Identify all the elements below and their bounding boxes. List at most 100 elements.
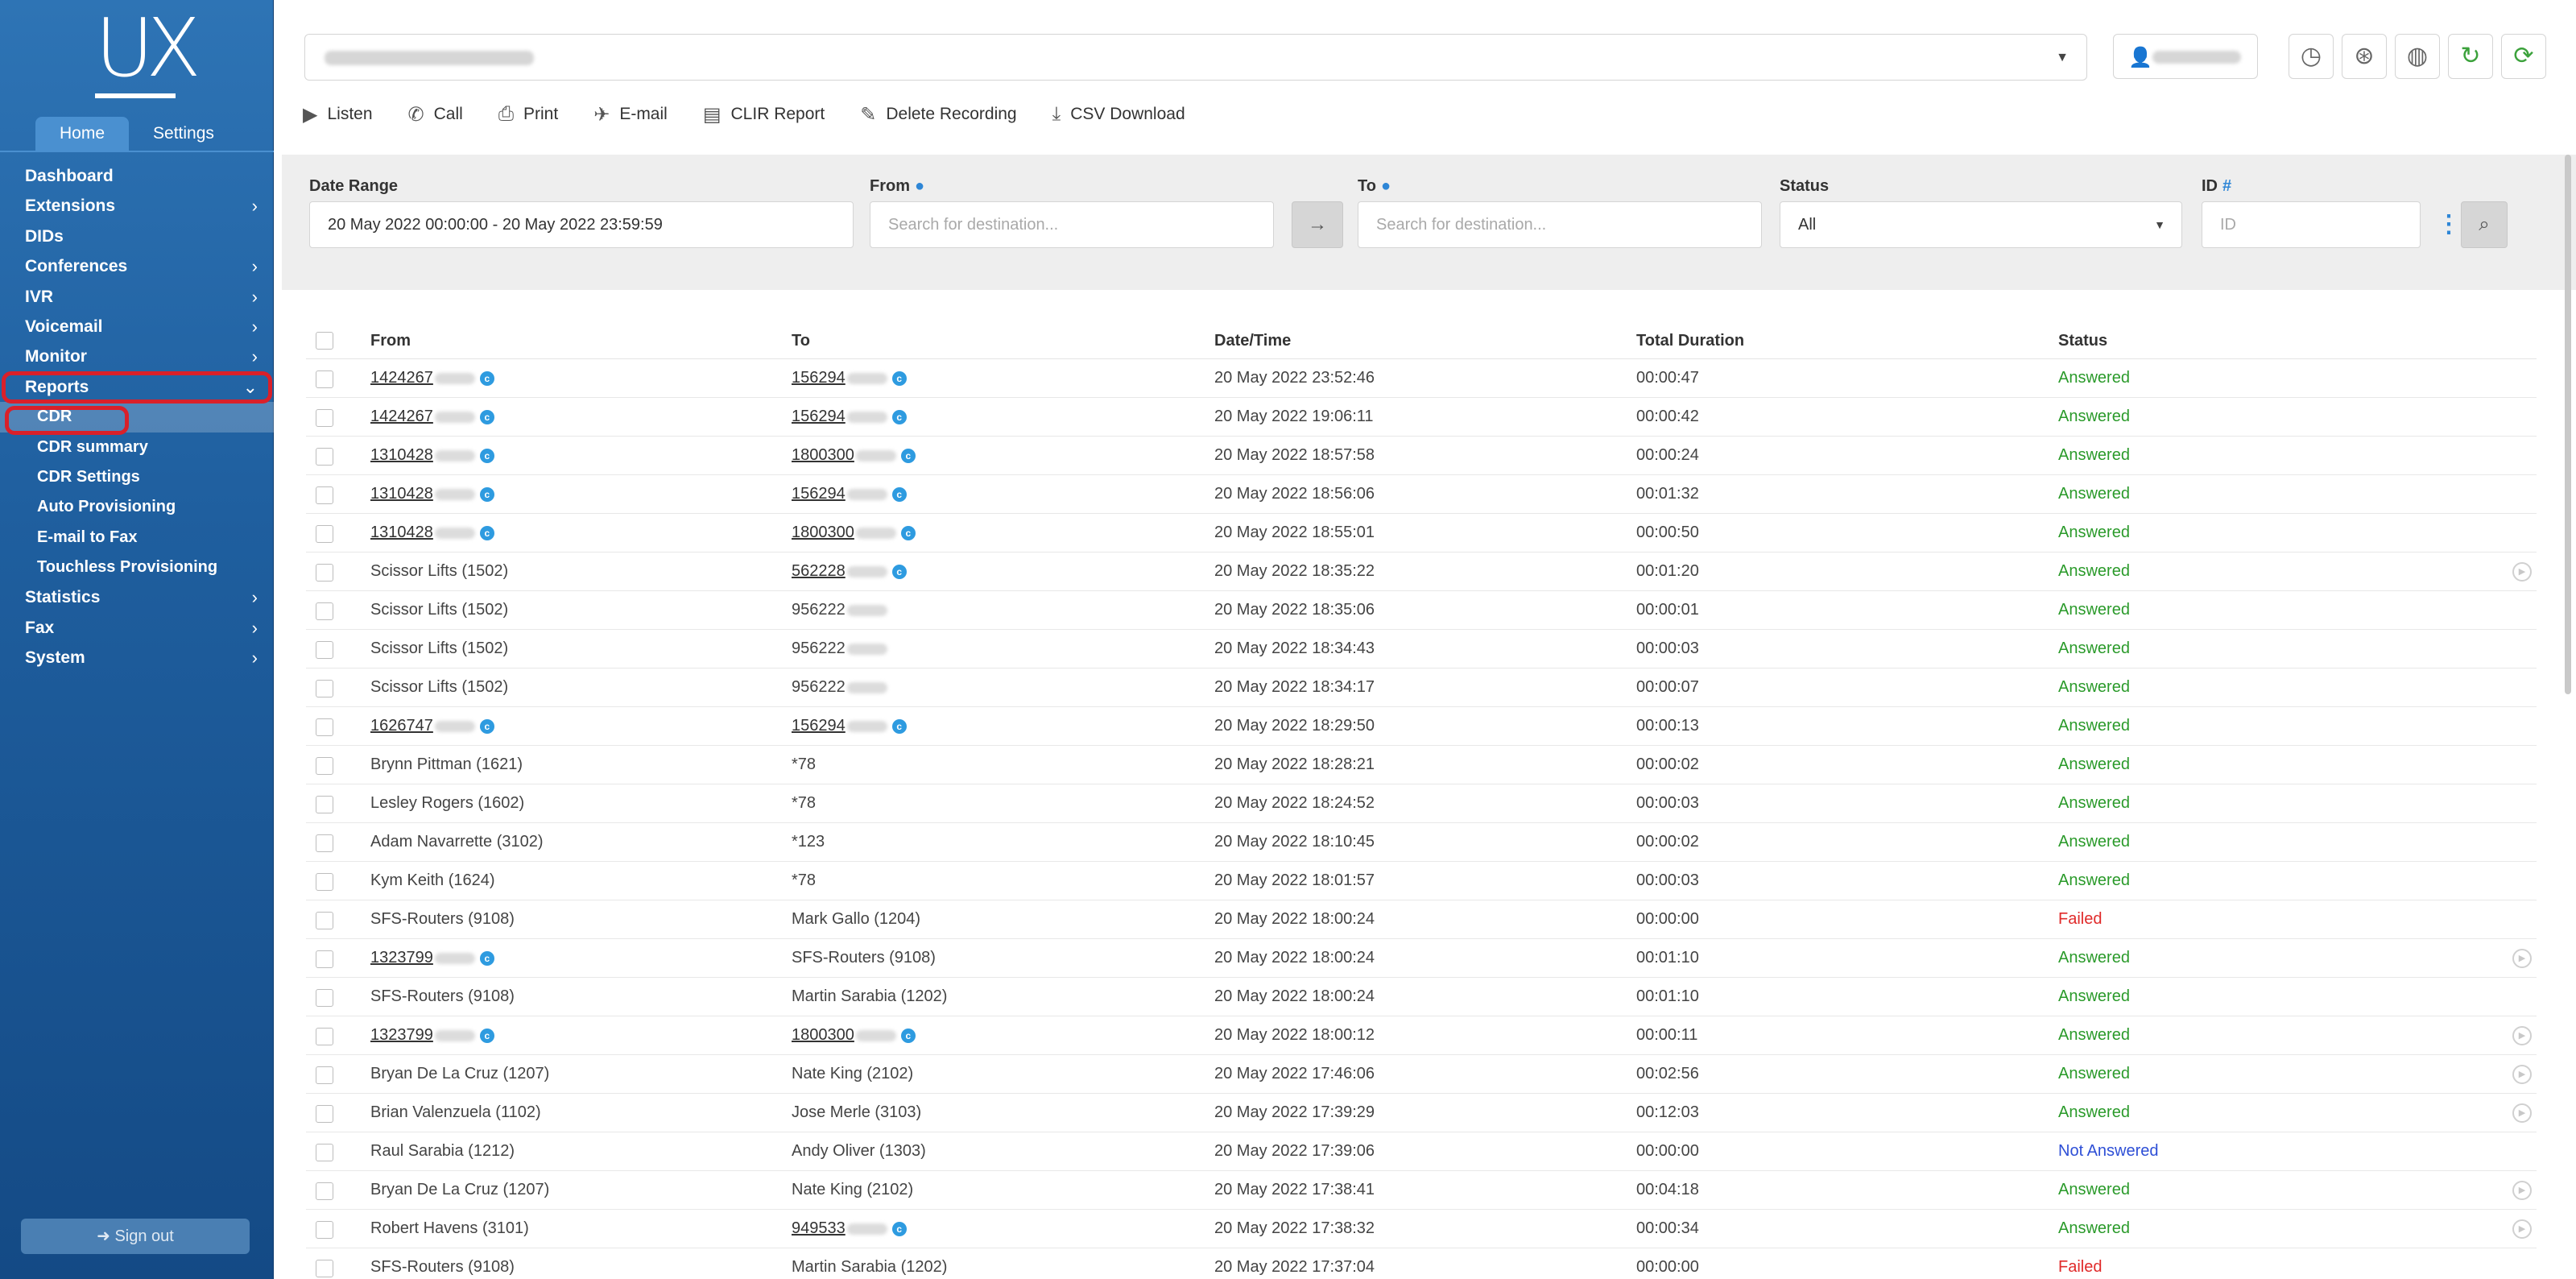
table-row[interactable]: 1424267 c 156294 c 20 May 2022 19:06:11 00:00…: [306, 398, 2537, 437]
cell-to[interactable]: 156294 c: [792, 408, 907, 426]
contact-link-icon[interactable]: c: [900, 448, 916, 463]
row-checkbox[interactable]: [316, 1260, 333, 1277]
sync-icon[interactable]: ⟳: [2501, 34, 2546, 79]
from-search-input[interactable]: Search for destination...: [870, 201, 1274, 248]
play-recording-icon[interactable]: ▶: [2512, 1065, 2532, 1084]
cell-from[interactable]: 1626747 c: [370, 717, 494, 735]
account-select[interactable]: ▼: [304, 34, 2087, 81]
table-row[interactable]: Bryan De La Cruz (1207) Nate King (2102) 2…: [306, 1055, 2537, 1094]
row-checkbox[interactable]: [316, 1182, 333, 1200]
row-checkbox[interactable]: [316, 602, 333, 620]
sidebar-subitem-email-to-fax[interactable]: E-mail to Fax: [0, 523, 274, 553]
table-row[interactable]: 1310428 c 1800300 c 20 May 2022 18:55:01 00:0…: [306, 514, 2537, 553]
status-select[interactable]: All ▼: [1780, 201, 2182, 248]
sidebar-item-voicemail[interactable]: Voicemail ›: [0, 312, 274, 341]
row-checkbox[interactable]: [316, 486, 333, 504]
contact-link-icon[interactable]: c: [891, 718, 907, 734]
cell-from[interactable]: 1323799 c: [370, 949, 494, 967]
contact-link-icon[interactable]: c: [479, 950, 494, 966]
clir-report-button[interactable]: ▤ CLIR Report: [703, 103, 825, 126]
row-checkbox[interactable]: [316, 757, 333, 775]
table-row[interactable]: SFS-Routers (9108) Martin Sarabia (1202) 2…: [306, 1248, 2537, 1279]
id-input[interactable]: ID: [2202, 201, 2421, 248]
cell-from-number[interactable]: 1310428: [370, 485, 433, 503]
sidebar-item-conferences[interactable]: Conferences ›: [0, 251, 274, 281]
sidebar-item-ivr[interactable]: IVR ›: [0, 282, 274, 312]
cell-to[interactable]: 1800300 c: [792, 524, 916, 542]
sidebar-subitem-cdr-settings[interactable]: CDR Settings: [0, 462, 274, 492]
support-icon[interactable]: ⊛: [2342, 34, 2387, 79]
column-header-duration[interactable]: Total Duration: [1636, 332, 1744, 350]
contact-link-icon[interactable]: c: [479, 525, 494, 540]
column-header-to[interactable]: To: [792, 332, 810, 350]
contact-link-icon[interactable]: c: [891, 370, 907, 386]
play-recording-icon[interactable]: ▶: [2512, 562, 2532, 582]
contact-link-icon[interactable]: c: [891, 409, 907, 424]
table-row[interactable]: Robert Havens (3101) 949533 c 20 May 2022 1…: [306, 1210, 2537, 1248]
cell-from-number[interactable]: 1310428: [370, 524, 433, 541]
sidebar-item-dids[interactable]: DIDs: [0, 221, 274, 251]
contact-link-icon[interactable]: c: [891, 1221, 907, 1236]
table-row[interactable]: Scissor Lifts (1502) 956222 20 May 2022 18…: [306, 591, 2537, 630]
cell-from-number[interactable]: 1626747: [370, 717, 433, 735]
row-checkbox[interactable]: [316, 564, 333, 582]
history-icon[interactable]: ◷: [2289, 34, 2334, 79]
contact-link-icon[interactable]: c: [891, 564, 907, 579]
row-checkbox[interactable]: [316, 1105, 333, 1123]
play-recording-icon[interactable]: ▶: [2512, 1219, 2532, 1239]
cell-from[interactable]: 1323799 c: [370, 1026, 494, 1045]
column-header-from[interactable]: From: [370, 332, 411, 350]
table-row[interactable]: Raul Sarabia (1212) Andy Oliver (1303) 20 …: [306, 1132, 2537, 1171]
cell-from[interactable]: 1310428 c: [370, 446, 494, 465]
cell-from-number[interactable]: 1424267: [370, 369, 433, 387]
table-row[interactable]: Scissor Lifts (1502) 956222 20 May 2022 18…: [306, 630, 2537, 668]
csv-download-button[interactable]: ⤓ CSV Download: [1052, 103, 1185, 126]
cell-from[interactable]: 1424267 c: [370, 408, 494, 426]
table-row[interactable]: Adam Navarrette (3102) *123 20 May 2022 18…: [306, 823, 2537, 862]
date-range-input[interactable]: 20 May 2022 00:00:00 - 20 May 2022 23:59…: [309, 201, 854, 248]
listen-button[interactable]: ▶ Listen: [303, 103, 373, 126]
row-checkbox[interactable]: [316, 950, 333, 968]
sidebar-item-dashboard[interactable]: Dashboard: [0, 161, 274, 191]
call-button[interactable]: ✆ Call: [408, 103, 463, 126]
contact-link-icon[interactable]: c: [479, 718, 494, 734]
play-recording-icon[interactable]: ▶: [2512, 1103, 2532, 1123]
cell-from[interactable]: 1424267 c: [370, 369, 494, 387]
refresh-icon[interactable]: ↻: [2448, 34, 2493, 79]
scrollbar[interactable]: [2565, 155, 2571, 694]
contact-link-icon[interactable]: c: [479, 448, 494, 463]
table-row[interactable]: Brynn Pittman (1621) *78 20 May 2022 18:28…: [306, 746, 2537, 784]
contact-link-icon[interactable]: c: [479, 486, 494, 502]
cell-from[interactable]: 1310428 c: [370, 524, 494, 542]
sidebar-item-statistics[interactable]: Statistics ›: [0, 582, 274, 612]
sidebar-subitem-cdr-summary[interactable]: CDR summary: [0, 433, 274, 462]
globe-icon[interactable]: ◍: [2395, 34, 2440, 79]
row-checkbox[interactable]: [316, 641, 333, 659]
cell-to-number[interactable]: 156294: [792, 408, 846, 425]
table-row[interactable]: 1424267 c 156294 c 20 May 2022 23:52:46 00:00…: [306, 359, 2537, 398]
table-row[interactable]: 1323799 c SFS-Routers (9108) 20 May 2022 18…: [306, 939, 2537, 978]
contact-link-icon[interactable]: c: [900, 1028, 916, 1043]
tab-home[interactable]: Home: [35, 117, 130, 151]
table-row[interactable]: Kym Keith (1624) *78 20 May 2022 18:01:57 0…: [306, 862, 2537, 900]
row-checkbox[interactable]: [316, 834, 333, 852]
row-checkbox[interactable]: [316, 1066, 333, 1084]
table-row[interactable]: Lesley Rogers (1602) *78 20 May 2022 18:24…: [306, 784, 2537, 823]
cell-to-number[interactable]: 1800300: [792, 524, 854, 541]
table-row[interactable]: Scissor Lifts (1502) 562228 c 20 May 2022 1…: [306, 553, 2537, 591]
row-checkbox[interactable]: [316, 448, 333, 466]
cell-from-number[interactable]: 1323799: [370, 1026, 433, 1044]
contact-link-icon[interactable]: c: [891, 486, 907, 502]
cell-from-number[interactable]: 1424267: [370, 408, 433, 425]
column-header-datetime[interactable]: Date/Time: [1214, 332, 1291, 350]
table-row[interactable]: Brian Valenzuela (1102) Jose Merle (3103)…: [306, 1094, 2537, 1132]
table-row[interactable]: 1310428 c 156294 c 20 May 2022 18:56:06 00:01…: [306, 475, 2537, 514]
sidebar-subitem-touchless-provisioning[interactable]: Touchless Provisioning: [0, 553, 274, 582]
cell-to[interactable]: 156294 c: [792, 717, 907, 735]
table-row[interactable]: 1323799 c 1800300 c 20 May 2022 18:00:12 00:0…: [306, 1016, 2537, 1055]
table-row[interactable]: SFS-Routers (9108) Martin Sarabia (1202) 2…: [306, 978, 2537, 1016]
column-header-status[interactable]: Status: [2058, 332, 2107, 350]
delete-recording-button[interactable]: ✎ Delete Recording: [860, 103, 1016, 126]
cell-to[interactable]: 156294 c: [792, 369, 907, 387]
table-row[interactable]: Bryan De La Cruz (1207) Nate King (2102) 2…: [306, 1171, 2537, 1210]
